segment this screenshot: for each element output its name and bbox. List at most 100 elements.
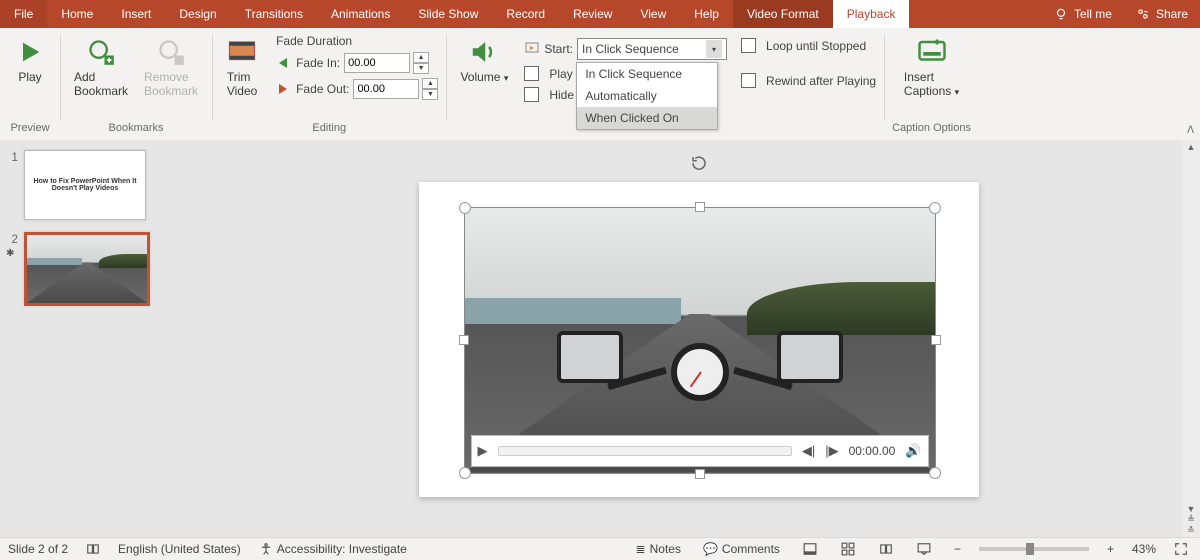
video-object[interactable]: ▶ ◀| |▶ 00:00.00 🔊 <box>464 207 936 474</box>
tab-transitions[interactable]: Transitions <box>231 0 317 28</box>
comment-icon: 💬 <box>703 542 718 556</box>
resize-handle-tr[interactable] <box>929 202 941 214</box>
play-fullscreen-checkbox[interactable] <box>524 66 539 81</box>
vertical-scrollbar[interactable]: ▲ ▼ ≜ ≛ <box>1182 140 1200 538</box>
fade-out-input[interactable] <box>353 79 419 99</box>
notes-icon: ≣ <box>636 542 646 556</box>
video-play-button[interactable]: ▶ <box>478 443 488 459</box>
video-mute-button[interactable]: 🔊 <box>905 443 921 459</box>
fade-in-icon <box>276 55 292 71</box>
resize-handle-br[interactable] <box>929 467 941 479</box>
tab-animations[interactable]: Animations <box>317 0 404 28</box>
tab-record[interactable]: Record <box>492 0 559 28</box>
zoom-in-button[interactable]: + <box>1103 540 1118 558</box>
thumbnail-slide-2[interactable]: 2 ✱ <box>6 232 191 306</box>
slide-canvas[interactable]: ▶ ◀| |▶ 00:00.00 🔊 ▲ <box>197 140 1200 538</box>
scroll-up-button[interactable]: ▲ <box>1187 142 1196 152</box>
chevron-down-icon[interactable]: ▾ <box>706 40 722 58</box>
add-bookmark-button[interactable]: Add Bookmark <box>68 32 134 102</box>
rewind-row[interactable]: Rewind after Playing <box>741 73 876 88</box>
animation-indicator-icon: ✱ <box>6 248 18 259</box>
share-button[interactable]: Share <box>1124 7 1200 21</box>
zoom-out-button[interactable]: − <box>950 540 965 558</box>
hide-not-playing-checkbox[interactable] <box>524 87 539 102</box>
start-option-row: Start: In Click Sequence ▾ <box>524 38 727 60</box>
thumbnail-slide-1[interactable]: 1 How to Fix PowerPoint When It Doesn't … <box>6 150 191 220</box>
fade-duration-header: Fade Duration <box>276 34 438 48</box>
view-slideshow-button[interactable] <box>912 540 936 558</box>
rewind-checkbox[interactable] <box>741 73 756 88</box>
view-normal-button[interactable] <box>798 540 822 558</box>
group-label-caption-options: Caption Options <box>892 122 971 136</box>
next-slide-button[interactable]: ≛ <box>1187 525 1195 536</box>
bookmark-remove-icon <box>155 36 187 68</box>
fade-in-spinner[interactable]: ▲▼ <box>413 52 429 74</box>
tab-playback[interactable]: Playback <box>833 0 910 28</box>
resize-handle-mr[interactable] <box>931 335 941 345</box>
collapse-ribbon-button[interactable]: ᐱ <box>1185 123 1196 138</box>
start-combobox[interactable]: In Click Sequence ▾ <box>577 38 727 60</box>
trim-video-button[interactable]: Trim Video <box>220 32 264 102</box>
video-seek-track[interactable] <box>498 446 792 456</box>
volume-button[interactable]: Volume ▾ <box>454 32 514 88</box>
thumbnail-1-preview[interactable]: How to Fix PowerPoint When It Doesn't Pl… <box>24 150 146 220</box>
tab-design[interactable]: Design <box>165 0 230 28</box>
group-label-editing: Editing <box>312 122 346 136</box>
loop-checkbox[interactable] <box>741 38 756 53</box>
video-step-fwd-button[interactable]: |▶ <box>825 443 838 459</box>
resize-handle-ml[interactable] <box>459 335 469 345</box>
accessibility-button[interactable]: Accessibility: Investigate <box>255 540 411 558</box>
zoom-percent[interactable]: 43% <box>1132 542 1156 556</box>
resize-handle-tm[interactable] <box>695 202 705 212</box>
video-player-bar: ▶ ◀| |▶ 00:00.00 🔊 <box>471 435 929 467</box>
tab-slideshow[interactable]: Slide Show <box>404 0 492 28</box>
start-option-in-click-sequence[interactable]: In Click Sequence <box>577 63 717 85</box>
start-option-automatically[interactable]: Automatically <box>577 85 717 107</box>
tab-home[interactable]: Home <box>47 0 107 28</box>
tell-me-search[interactable]: Tell me <box>1042 7 1124 21</box>
resize-handle-tl[interactable] <box>459 202 471 214</box>
fade-out-icon <box>276 81 292 97</box>
group-preview: Play Preview <box>0 28 60 140</box>
tab-video-format[interactable]: Video Format <box>733 0 833 28</box>
tab-file[interactable]: File <box>0 0 47 28</box>
prev-slide-button[interactable]: ≜ <box>1187 514 1195 525</box>
thumbnail-2-preview[interactable] <box>24 232 150 306</box>
video-step-back-button[interactable]: ◀| <box>802 443 815 459</box>
notes-button[interactable]: ≣ Notes <box>632 540 685 558</box>
tab-insert[interactable]: Insert <box>107 0 165 28</box>
resize-handle-bl[interactable] <box>459 467 471 479</box>
start-option-when-clicked-on[interactable]: When Clicked On <box>577 107 717 129</box>
language-indicator[interactable]: English (United States) <box>118 542 241 556</box>
start-dropdown-list[interactable]: In Click Sequence Automatically When Cli… <box>576 62 718 130</box>
resize-handle-bm[interactable] <box>695 469 705 479</box>
chevron-down-icon: ▾ <box>504 73 509 83</box>
fade-out-spinner[interactable]: ▲▼ <box>422 78 438 100</box>
group-editing: Trim Video Fade Duration Fade In: ▲▼ Fad… <box>212 28 446 140</box>
slide-indicator[interactable]: Slide 2 of 2 <box>8 542 68 556</box>
view-sorter-button[interactable] <box>836 540 860 558</box>
book-icon <box>86 542 100 556</box>
tab-view[interactable]: View <box>626 0 680 28</box>
ribbon-playback: Play Preview Add Bookmark Remove Bookmar… <box>0 28 1200 141</box>
slide: ▶ ◀| |▶ 00:00.00 🔊 <box>419 182 979 497</box>
rotation-handle[interactable] <box>690 154 708 172</box>
chevron-down-icon: ▾ <box>955 87 960 97</box>
insert-captions-button[interactable]: Insert Captions ▾ <box>898 32 965 102</box>
play-button[interactable]: Play <box>8 32 52 88</box>
status-bar: Slide 2 of 2 English (United States) Acc… <box>0 537 1200 560</box>
group-caption-options: Insert Captions ▾ Caption Options <box>884 28 979 140</box>
group-bookmarks: Add Bookmark Remove Bookmark Bookmarks <box>60 28 212 140</box>
scroll-down-button[interactable]: ▼ <box>1187 504 1196 514</box>
group-label-bookmarks: Bookmarks <box>109 122 164 136</box>
tab-review[interactable]: Review <box>559 0 626 28</box>
slide-thumbnail-pane[interactable]: 1 How to Fix PowerPoint When It Doesn't … <box>0 140 197 538</box>
view-reading-button[interactable] <box>874 540 898 558</box>
spell-check-button[interactable] <box>82 540 104 558</box>
tab-help[interactable]: Help <box>680 0 733 28</box>
zoom-slider[interactable] <box>979 547 1089 551</box>
comments-button[interactable]: 💬 Comments <box>699 540 784 558</box>
fade-in-input[interactable] <box>344 53 410 73</box>
fit-to-window-button[interactable] <box>1170 540 1192 558</box>
loop-row[interactable]: Loop until Stopped <box>741 38 876 53</box>
